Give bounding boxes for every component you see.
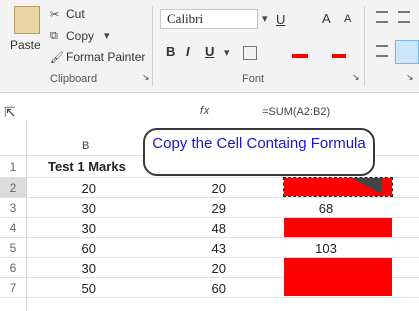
underline-dropdown-icon[interactable]: ▾ (224, 46, 230, 59)
alignment-launcher-icon[interactable]: ↘ (406, 72, 414, 83)
font-dropdown-icon[interactable]: ▾ (262, 12, 268, 25)
cut-button[interactable]: Cut (66, 7, 85, 21)
cell-c4-highlight[interactable] (284, 218, 392, 237)
copy-dropdown-icon[interactable]: ▾ (104, 29, 110, 42)
align-center-icon[interactable] (395, 40, 419, 64)
row-header[interactable]: 1 (0, 160, 26, 174)
row-header-divider (26, 120, 27, 311)
format-painter-button[interactable]: Format Painter (66, 50, 145, 64)
cell-b6[interactable]: 20 (190, 261, 226, 276)
cell-b5[interactable]: 43 (190, 241, 226, 256)
ribbon-divider (0, 92, 419, 93)
cell-c5[interactable]: 103 (300, 241, 352, 256)
cursor-icon: ⇱ (4, 104, 16, 120)
group-separator (152, 6, 153, 86)
paste-button[interactable]: Paste (10, 38, 41, 52)
align-middle-icon[interactable] (398, 11, 410, 23)
row-header[interactable]: 6 (0, 261, 26, 275)
cell-a7[interactable]: 50 (60, 281, 96, 296)
cell-b4[interactable]: 48 (190, 221, 226, 236)
bold-button[interactable]: B (166, 44, 175, 59)
cell-a3[interactable]: 30 (60, 201, 96, 216)
group-separator-2 (364, 6, 365, 86)
grow-font-button[interactable]: A (322, 11, 331, 26)
callout-pointer-icon (352, 178, 382, 194)
cell-b2[interactable]: 20 (190, 181, 226, 196)
shrink-font-button[interactable]: A (344, 13, 351, 25)
underline-button[interactable]: U (205, 44, 214, 59)
align-left-icon[interactable] (376, 45, 388, 57)
copy-icon[interactable]: ⧉ (50, 30, 58, 43)
cell-a2[interactable]: 20 (60, 181, 96, 196)
row-header[interactable]: 5 (0, 241, 26, 255)
clipboard-group-label: Clipboard (50, 73, 98, 85)
grid-line (0, 197, 419, 198)
font-launcher-icon[interactable]: ↘ (352, 72, 360, 83)
row-header[interactable]: 3 (0, 201, 26, 215)
fill-color-icon[interactable] (292, 46, 308, 58)
row-header[interactable]: 4 (0, 221, 26, 235)
column-header-cell[interactable]: Test 1 Marks (48, 159, 126, 174)
cell-c6-c7-highlight[interactable] (284, 258, 392, 296)
format-painter-icon[interactable]: 🖌 (50, 51, 64, 64)
cut-icon[interactable]: ✂ (50, 8, 59, 21)
cell-c3[interactable]: 68 (300, 201, 352, 216)
cell-a5[interactable]: 60 (60, 241, 96, 256)
clipboard-launcher-icon[interactable]: ↘ (142, 72, 150, 83)
formula-text[interactable]: =SUM(A2:B2) (262, 106, 330, 118)
cell-a4[interactable]: 30 (60, 221, 96, 236)
row-header[interactable]: 2 (0, 181, 26, 195)
grid-line (0, 237, 419, 238)
grid-line (0, 297, 419, 298)
row-header[interactable]: 7 (0, 281, 26, 295)
cell-b3[interactable]: 29 (190, 201, 226, 216)
underline-top-button[interactable]: U (276, 12, 285, 27)
column-header-b[interactable]: B (82, 140, 89, 152)
fx-icon[interactable]: 𝑓𝑥 (200, 105, 210, 118)
copy-button[interactable]: Copy (66, 29, 94, 43)
font-group-label: Font (242, 73, 265, 85)
paste-icon[interactable] (14, 6, 40, 34)
italic-button[interactable]: I (186, 44, 190, 59)
callout-annotation: Copy the Cell Containg Formula (143, 128, 375, 176)
font-color-icon[interactable] (332, 45, 346, 58)
align-top-icon[interactable] (376, 11, 388, 23)
cell-b7[interactable]: 60 (190, 281, 226, 296)
borders-icon[interactable] (243, 46, 257, 60)
font-name-box[interactable]: Calibri (160, 9, 258, 29)
cell-a6[interactable]: 30 (60, 261, 96, 276)
